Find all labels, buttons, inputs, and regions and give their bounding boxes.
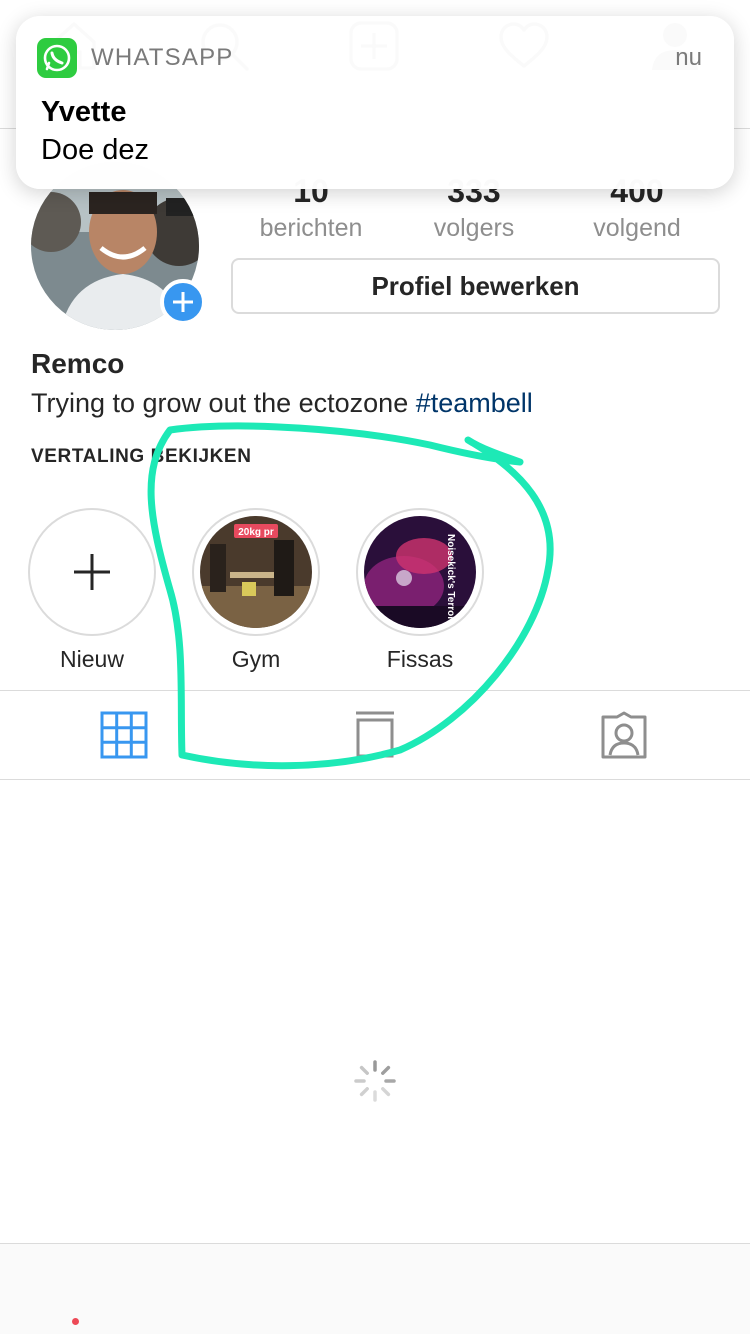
loading-spinner-icon (353, 1059, 397, 1103)
profile-bio: Trying to grow out the ectozone #teambel… (31, 388, 533, 419)
highlight-new-ring (28, 508, 156, 636)
gym-overlay-text: 20kg pr (238, 527, 274, 538)
highlight-new[interactable]: Nieuw (28, 508, 156, 673)
edit-profile-button[interactable]: Profiel bewerken (231, 258, 720, 314)
whatsapp-icon (37, 38, 77, 78)
highlight-gym[interactable]: 20kg pr Gym (192, 508, 320, 673)
feed-icon[interactable] (350, 711, 400, 761)
followers-label: volgers (433, 214, 515, 242)
notification-app-name: WHATSAPP (91, 44, 234, 71)
highlight-gym-label: Gym (231, 646, 281, 672)
profile-name: Remco (31, 348, 125, 379)
bottom-navigation (0, 1243, 750, 1334)
bio-hashtag[interactable]: #teambell (416, 388, 533, 418)
highlight-fissas[interactable]: Noisekick's Terrordjang Fissas (356, 508, 484, 673)
highlight-fissas-label: Fissas (386, 646, 454, 672)
add-story-button[interactable] (160, 279, 206, 325)
notification-time: nu (675, 44, 702, 71)
plus-icon (30, 508, 154, 636)
fissas-overlay-text: Noisekick's Terrordjang (445, 534, 456, 628)
highlight-fissas-thumbnail: Noisekick's Terrordjang (364, 516, 476, 628)
whatsapp-notification[interactable]: WHATSAPP nu Yvette Doe dez (16, 16, 734, 189)
highlight-new-label: Nieuw (60, 646, 124, 672)
notification-sender: Yvette (41, 96, 127, 128)
notification-message: Doe dez (41, 134, 150, 166)
bio-text: Trying to grow out the ectozone (31, 388, 416, 418)
tagged-icon[interactable] (599, 711, 649, 761)
posts-label: berichten (259, 214, 363, 242)
highlight-fissas-ring: Noisekick's Terrordjang (356, 508, 484, 636)
see-translation-link[interactable]: VERTALING BEKIJKEN (31, 446, 252, 468)
highlight-gym-thumbnail: 20kg pr (200, 516, 312, 628)
home-notification-dot (72, 1318, 79, 1325)
grid-icon[interactable] (100, 711, 150, 761)
profile-tab-bar (0, 690, 750, 780)
following-label: volgend (593, 214, 681, 242)
highlight-gym-ring: 20kg pr (192, 508, 320, 636)
